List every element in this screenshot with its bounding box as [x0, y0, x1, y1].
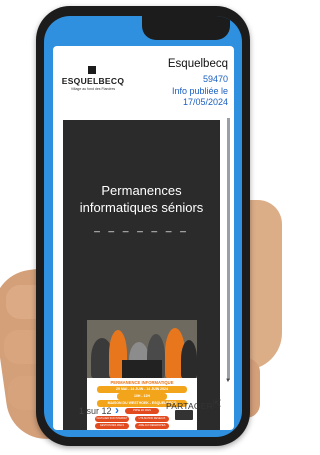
- poster-divider: _ _ _ _ _ _ _: [94, 222, 189, 233]
- page-counter: 1 sur 12: [79, 406, 112, 416]
- group-photo: [87, 320, 197, 378]
- poster-title-line1: Permanences: [101, 183, 182, 198]
- city-logo: ESQUELBECQ Village au fond des Flandres: [57, 66, 129, 100]
- share-icon[interactable]: ⇱: [213, 399, 221, 410]
- info-card: ESQUELBECQ Village au fond des Flandres …: [53, 46, 234, 430]
- card-header: ESQUELBECQ Village au fond des Flandres …: [53, 46, 234, 118]
- card-footer: 1 sur 12 › PARTAGER ⇱: [53, 398, 234, 426]
- flyer-dates: 29 MAI - 14 JUIN - 14 JUIN 2024: [97, 386, 187, 393]
- logo-text: ESQUELBECQ: [61, 76, 125, 86]
- scrollbar[interactable]: [227, 118, 230, 380]
- city-name: Esquelbecq: [167, 58, 228, 70]
- published-date: 17/05/2024: [182, 97, 228, 107]
- poster[interactable]: Permanences informatiques séniors _ _ _ …: [63, 120, 220, 430]
- chevron-right-icon[interactable]: ›: [115, 403, 119, 417]
- flyer-banner-title: PERMANENCE INFORMATIQUE: [110, 380, 174, 385]
- phone-notch: [142, 16, 230, 40]
- scroll-down-arrow-icon[interactable]: ▼: [225, 378, 231, 384]
- share-button[interactable]: PARTAGER: [166, 401, 213, 411]
- poster-title-line2: informatiques séniors: [79, 200, 204, 215]
- logo-subtitle: Village au fond des Flandres: [70, 87, 116, 91]
- postal-code: 59470: [202, 74, 228, 84]
- published-label: Info publiée le: [171, 86, 228, 96]
- poster-title: Permanences informatiques séniors: [63, 182, 220, 216]
- logo-mark-icon: [88, 66, 96, 74]
